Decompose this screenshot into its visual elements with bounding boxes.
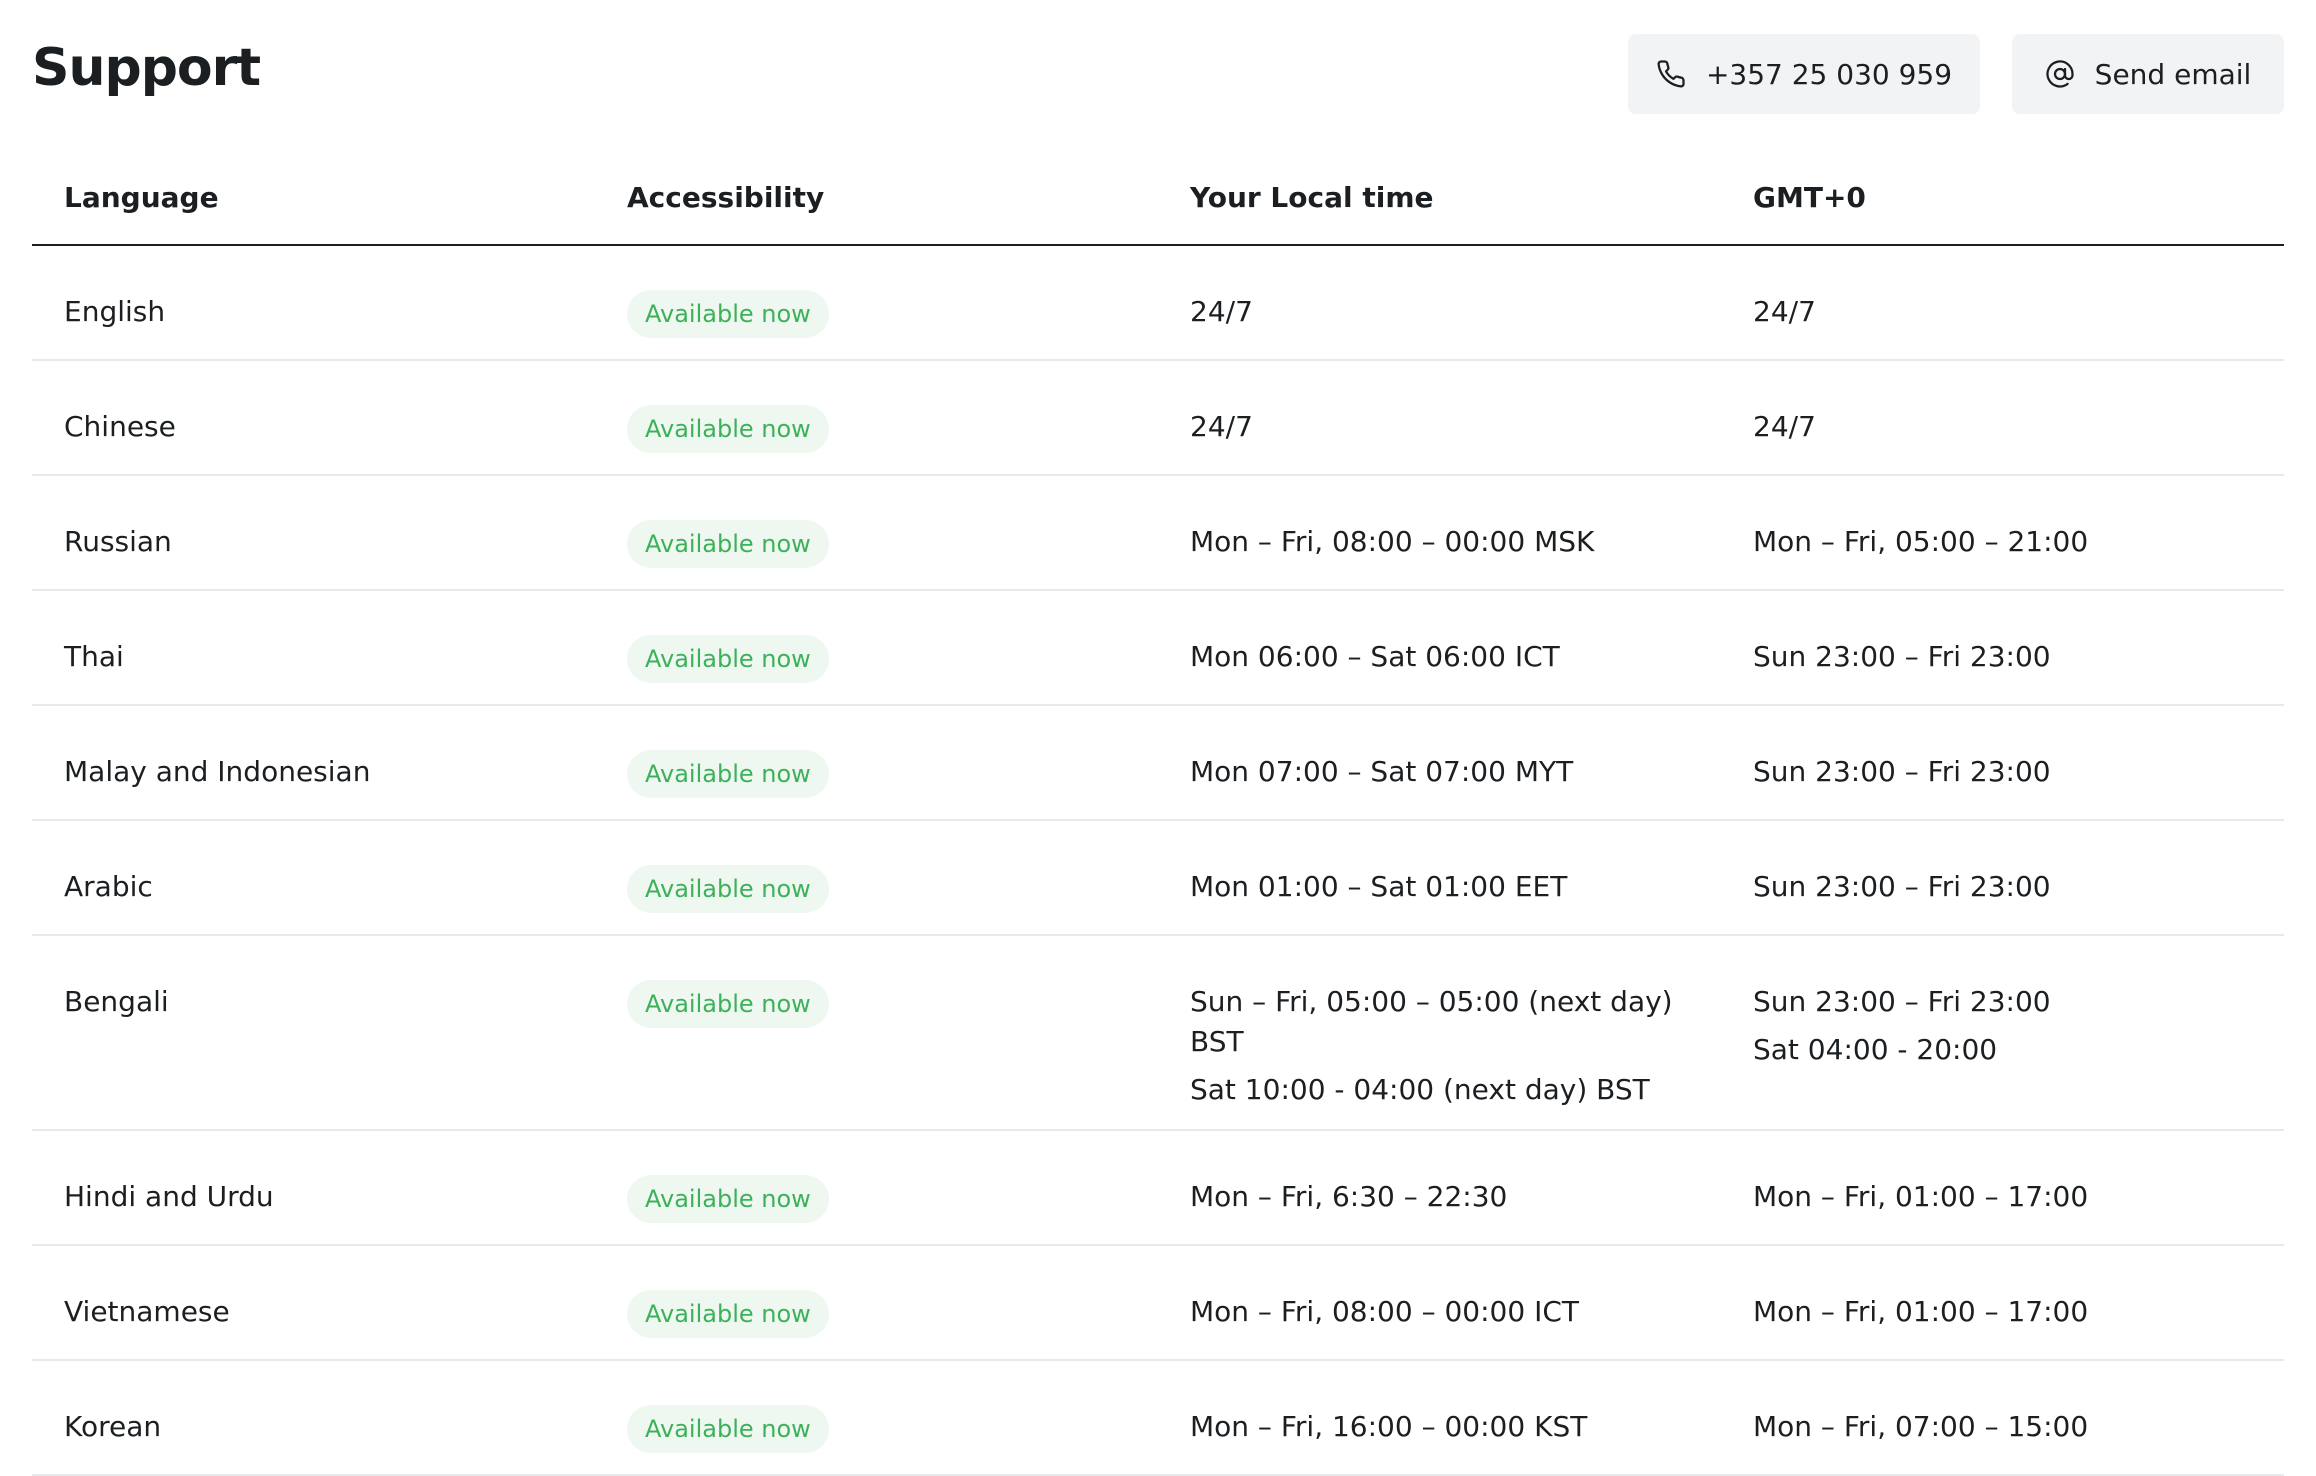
gmt-time-cell: Sun 23:00 – Fri 23:00 [1753, 640, 2051, 673]
local-time-cell: Mon – Fri, 6:30 – 22:30 [1190, 1180, 1508, 1213]
table-row: Hindi and Urdu Available now Mon – Fri, … [32, 1131, 2284, 1246]
send-email-label: Send email [2094, 57, 2252, 91]
support-hours-table: Language Accessibility Your Local time G… [32, 150, 2284, 1476]
language-cell: Arabic [64, 870, 153, 903]
phone-icon [1656, 59, 1686, 89]
page-title: Support [32, 38, 261, 98]
gmt-time-cell: Sun 23:00 – Fri 23:00 [1753, 870, 2051, 903]
gmt-time-cell: Mon – Fri, 01:00 – 17:00 [1753, 1180, 2089, 1213]
language-cell: Bengali [64, 985, 169, 1018]
language-cell: Thai [64, 640, 124, 673]
status-badge: Available now [627, 865, 829, 913]
status-badge: Available now [627, 980, 829, 1028]
gmt-time-cell: Sun 23:00 – Fri 23:00 Sat 04:00 - 20:00 [1753, 985, 2051, 1066]
gmt-time-cell: 24/7 [1753, 410, 1816, 443]
local-time-cell: Mon – Fri, 08:00 – 00:00 ICT [1190, 1295, 1579, 1328]
status-badge: Available now [627, 1175, 829, 1223]
language-cell: Malay and Indonesian [64, 755, 371, 788]
local-time-cell: Sun – Fri, 05:00 – 05:00 (next day) BST … [1190, 985, 1673, 1106]
local-time-cell: Mon 01:00 – Sat 01:00 EET [1190, 870, 1568, 903]
call-phone-button[interactable]: +357 25 030 959 [1628, 34, 1980, 114]
send-email-button[interactable]: Send email [2012, 34, 2284, 114]
gmt-time-cell: Mon – Fri, 01:00 – 17:00 [1753, 1295, 2089, 1328]
table-row: Arabic Available now Mon 01:00 – Sat 01:… [32, 821, 2284, 936]
status-badge: Available now [627, 290, 829, 338]
gmt-time-cell: Mon – Fri, 05:00 – 21:00 [1753, 525, 2089, 558]
language-cell: Hindi and Urdu [64, 1180, 274, 1213]
column-header-language: Language [64, 180, 219, 214]
table-row: Chinese Available now 24/7 24/7 [32, 361, 2284, 476]
language-cell: English [64, 295, 166, 328]
gmt-time-cell: Mon – Fri, 07:00 – 15:00 [1753, 1410, 2089, 1443]
phone-number-label: +357 25 030 959 [1705, 57, 1953, 91]
local-time-cell: Mon – Fri, 08:00 – 00:00 MSK [1190, 525, 1595, 558]
status-badge: Available now [627, 750, 829, 798]
table-row: Bengali Available now Sun – Fri, 05:00 –… [32, 936, 2284, 1131]
table-row: English Available now 24/7 24/7 [32, 246, 2284, 361]
table-header: Language Accessibility Your Local time G… [32, 150, 2284, 246]
at-sign-icon [2045, 59, 2075, 89]
column-header-local-time: Your Local time [1190, 180, 1434, 214]
language-cell: Chinese [64, 410, 176, 443]
status-badge: Available now [627, 635, 829, 683]
status-badge: Available now [627, 405, 829, 453]
column-header-accessibility: Accessibility [627, 180, 825, 214]
language-cell: Vietnamese [64, 1295, 230, 1328]
local-time-cell: Mon – Fri, 16:00 – 00:00 KST [1190, 1410, 1588, 1443]
table-row: Korean Available now Mon – Fri, 16:00 – … [32, 1361, 2284, 1476]
language-cell: Russian [64, 525, 172, 558]
gmt-time-cell: Sun 23:00 – Fri 23:00 [1753, 755, 2051, 788]
table-row: Thai Available now Mon 06:00 – Sat 06:00… [32, 591, 2284, 706]
language-cell: Korean [64, 1410, 162, 1443]
status-badge: Available now [627, 1290, 829, 1338]
table-row: Malay and Indonesian Available now Mon 0… [32, 706, 2284, 821]
status-badge: Available now [627, 520, 829, 568]
table-row: Vietnamese Available now Mon – Fri, 08:0… [32, 1246, 2284, 1361]
local-time-cell: Mon 06:00 – Sat 06:00 ICT [1190, 640, 1560, 673]
local-time-cell: 24/7 [1190, 295, 1253, 328]
local-time-cell: Mon 07:00 – Sat 07:00 MYT [1190, 755, 1574, 788]
status-badge: Available now [627, 1405, 829, 1453]
support-page: Support +357 25 030 959 Send email Langu… [0, 0, 2316, 1476]
gmt-time-cell: 24/7 [1753, 295, 1816, 328]
table-row: Russian Available now Mon – Fri, 08:00 –… [32, 476, 2284, 591]
column-header-gmt: GMT+0 [1753, 180, 1866, 214]
local-time-cell: 24/7 [1190, 410, 1253, 443]
